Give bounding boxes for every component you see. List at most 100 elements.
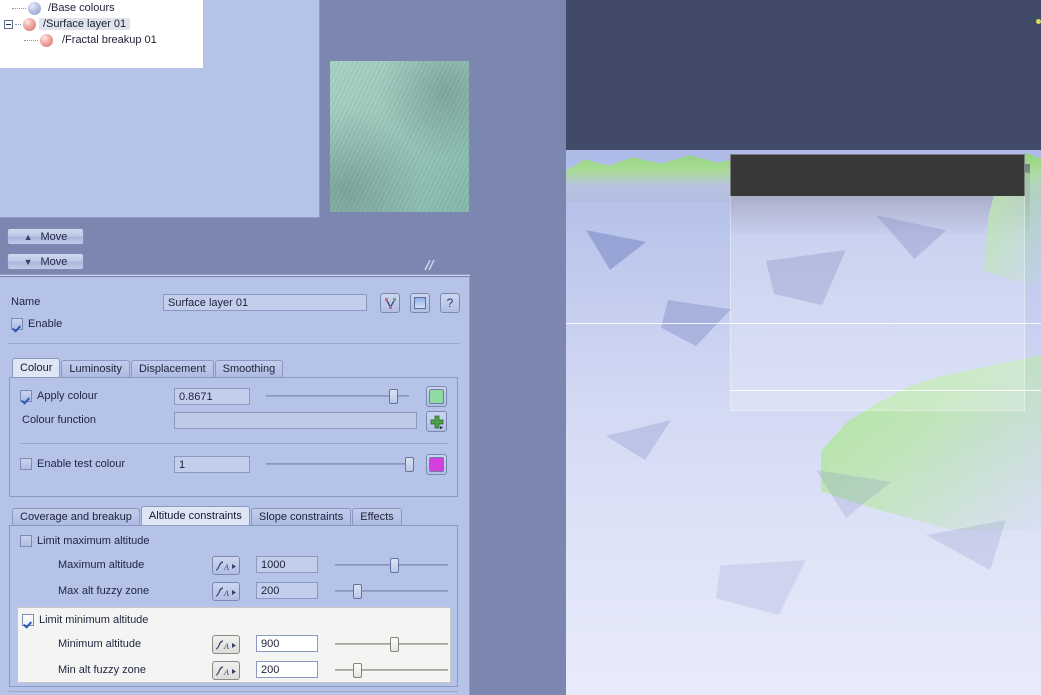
tab-smoothing[interactable]: Smoothing	[215, 360, 284, 377]
apply-colour-checkbox[interactable]	[20, 390, 32, 402]
surface-layer-properties-panel: Name Surface layer 01 ? Enable	[0, 277, 470, 695]
render-region-overlay[interactable]	[730, 154, 1025, 411]
tree-connector-icon	[24, 40, 38, 41]
min-fuzzy-zone-function-button[interactable]: A	[212, 661, 240, 680]
preview-square-icon	[414, 297, 426, 309]
colour-function-add-button[interactable]	[426, 411, 447, 432]
limit-min-altitude-checkbox[interactable]	[22, 614, 34, 626]
node-tree-list[interactable]: /Base colours /Surface layer 01 /Fractal…	[0, 0, 203, 68]
max-fuzzy-zone-label: Max alt fuzzy zone	[58, 585, 149, 597]
function-curve-icon: A	[214, 637, 238, 652]
help-button[interactable]: ?	[440, 293, 460, 313]
minimum-altitude-label-row: Minimum altitude	[58, 638, 141, 650]
sun-dot-icon[interactable]	[1036, 19, 1041, 24]
apply-colour-row[interactable]: Apply colour	[20, 390, 98, 402]
tab-slope-constraints[interactable]: Slope constraints	[251, 508, 351, 525]
min-fuzzy-zone-label-row: Min alt fuzzy zone	[58, 664, 146, 676]
3d-viewport[interactable]: N E S W	[566, 0, 1041, 695]
min-fuzzy-zone-input[interactable]: 200	[256, 661, 318, 678]
apply-colour-swatch-button[interactable]	[426, 386, 447, 407]
node-tree-panel[interactable]: /Base colours /Surface layer 01 /Fractal…	[0, 0, 320, 218]
bottom-divider	[9, 691, 458, 692]
limit-max-altitude-checkbox[interactable]	[20, 535, 32, 547]
name-input-value: Surface layer 01	[168, 297, 248, 309]
tree-item-fractal-breakup-01[interactable]: /Fractal breakup 01	[0, 32, 203, 48]
slider-thumb[interactable]	[390, 558, 399, 573]
maximum-altitude-label: Maximum altitude	[58, 559, 144, 571]
max-fuzzy-zone-value: 200	[261, 585, 279, 597]
altitude-constraints-tab-body: Limit maximum altitude Maximum altitude …	[9, 525, 458, 687]
minimum-altitude-function-button[interactable]: A	[212, 635, 240, 654]
minimum-altitude-label: Minimum altitude	[58, 638, 141, 650]
move-up-label: Move	[41, 231, 68, 243]
svg-text:A: A	[223, 642, 229, 651]
preview-button[interactable]	[410, 293, 430, 313]
limit-max-altitude-label: Limit maximum altitude	[37, 535, 149, 547]
max-fuzzy-zone-input[interactable]: 200	[256, 582, 318, 599]
node-network-button[interactable]	[380, 293, 400, 313]
slider-thumb[interactable]	[389, 389, 398, 404]
tree-connector-icon	[15, 24, 21, 25]
test-colour-slider[interactable]	[266, 456, 409, 472]
colour-function-input[interactable]	[174, 412, 417, 429]
move-up-button[interactable]: ▲ Move	[7, 228, 84, 245]
max-fuzzy-zone-function-button[interactable]: A	[212, 582, 240, 601]
svg-text:A: A	[223, 563, 229, 572]
svg-text:A: A	[223, 589, 229, 598]
apply-colour-value: 0.8671	[179, 391, 213, 403]
max-fuzzy-zone-slider[interactable]	[335, 583, 448, 599]
limit-min-altitude-row[interactable]: Limit minimum altitude	[22, 614, 148, 626]
slider-thumb[interactable]	[353, 584, 362, 599]
minimum-altitude-input[interactable]: 900	[256, 635, 318, 652]
surface-preview-thumbnail[interactable]	[330, 61, 469, 212]
slider-track	[266, 395, 409, 397]
enable-checkbox-row[interactable]: Enable	[11, 318, 62, 330]
maximum-altitude-slider[interactable]	[335, 557, 448, 573]
test-colour-input[interactable]: 1	[174, 456, 250, 473]
tree-connector-icon	[12, 8, 26, 9]
name-input[interactable]: Surface layer 01	[163, 294, 367, 311]
maximum-altitude-function-button[interactable]: A	[212, 556, 240, 575]
test-colour-row[interactable]: Enable test colour	[20, 458, 125, 470]
apply-colour-slider[interactable]	[266, 388, 409, 404]
horizon-guide-line	[730, 390, 1041, 391]
tab-colour[interactable]: Colour	[12, 358, 60, 377]
panel-divider	[0, 274, 470, 276]
tab-coverage-and-breakup[interactable]: Coverage and breakup	[12, 508, 140, 525]
slider-track	[266, 463, 409, 465]
test-colour-swatch-button[interactable]	[426, 454, 447, 475]
apply-colour-label: Apply colour	[37, 390, 98, 402]
section-divider	[20, 443, 448, 444]
test-colour-checkbox[interactable]	[20, 458, 32, 470]
maximum-altitude-input[interactable]: 1000	[256, 556, 318, 573]
tree-item-base-colours[interactable]: /Base colours	[0, 0, 203, 16]
min-fuzzy-zone-slider[interactable]	[335, 662, 448, 678]
collapse-expander-icon[interactable]	[4, 20, 13, 29]
test-colour-label: Enable test colour	[37, 458, 125, 470]
tab-label: Luminosity	[69, 363, 122, 375]
maximum-altitude-label-row: Maximum altitude	[58, 559, 144, 571]
tab-luminosity[interactable]: Luminosity	[61, 360, 130, 377]
slider-thumb[interactable]	[390, 637, 399, 652]
limit-max-altitude-row[interactable]: Limit maximum altitude	[20, 535, 149, 547]
top-tab-strip[interactable]: Colour Luminosity Displacement Smoothing	[12, 358, 284, 377]
sphere-red-icon	[40, 34, 53, 47]
horizon-guide-line	[566, 323, 1041, 324]
resize-grip-icon[interactable]	[422, 258, 438, 272]
section-divider	[8, 343, 460, 344]
move-down-button[interactable]: ▼ Move	[7, 253, 84, 270]
bottom-tab-strip[interactable]: Coverage and breakup Altitude constraint…	[12, 506, 403, 525]
apply-colour-input[interactable]: 0.8671	[174, 388, 250, 405]
slider-thumb[interactable]	[353, 663, 362, 678]
minimum-altitude-value: 900	[261, 638, 279, 650]
tree-item-surface-layer-01[interactable]: /Surface layer 01	[0, 16, 203, 32]
tab-altitude-constraints[interactable]: Altitude constraints	[141, 506, 250, 525]
tab-effects[interactable]: Effects	[352, 508, 401, 525]
enable-checkbox[interactable]	[11, 318, 23, 330]
slider-track	[335, 669, 448, 671]
slider-thumb[interactable]	[405, 457, 414, 472]
minimum-altitude-slider[interactable]	[335, 636, 448, 652]
tab-label: Slope constraints	[259, 511, 343, 523]
tab-displacement[interactable]: Displacement	[131, 360, 214, 377]
svg-text:A: A	[223, 668, 229, 677]
